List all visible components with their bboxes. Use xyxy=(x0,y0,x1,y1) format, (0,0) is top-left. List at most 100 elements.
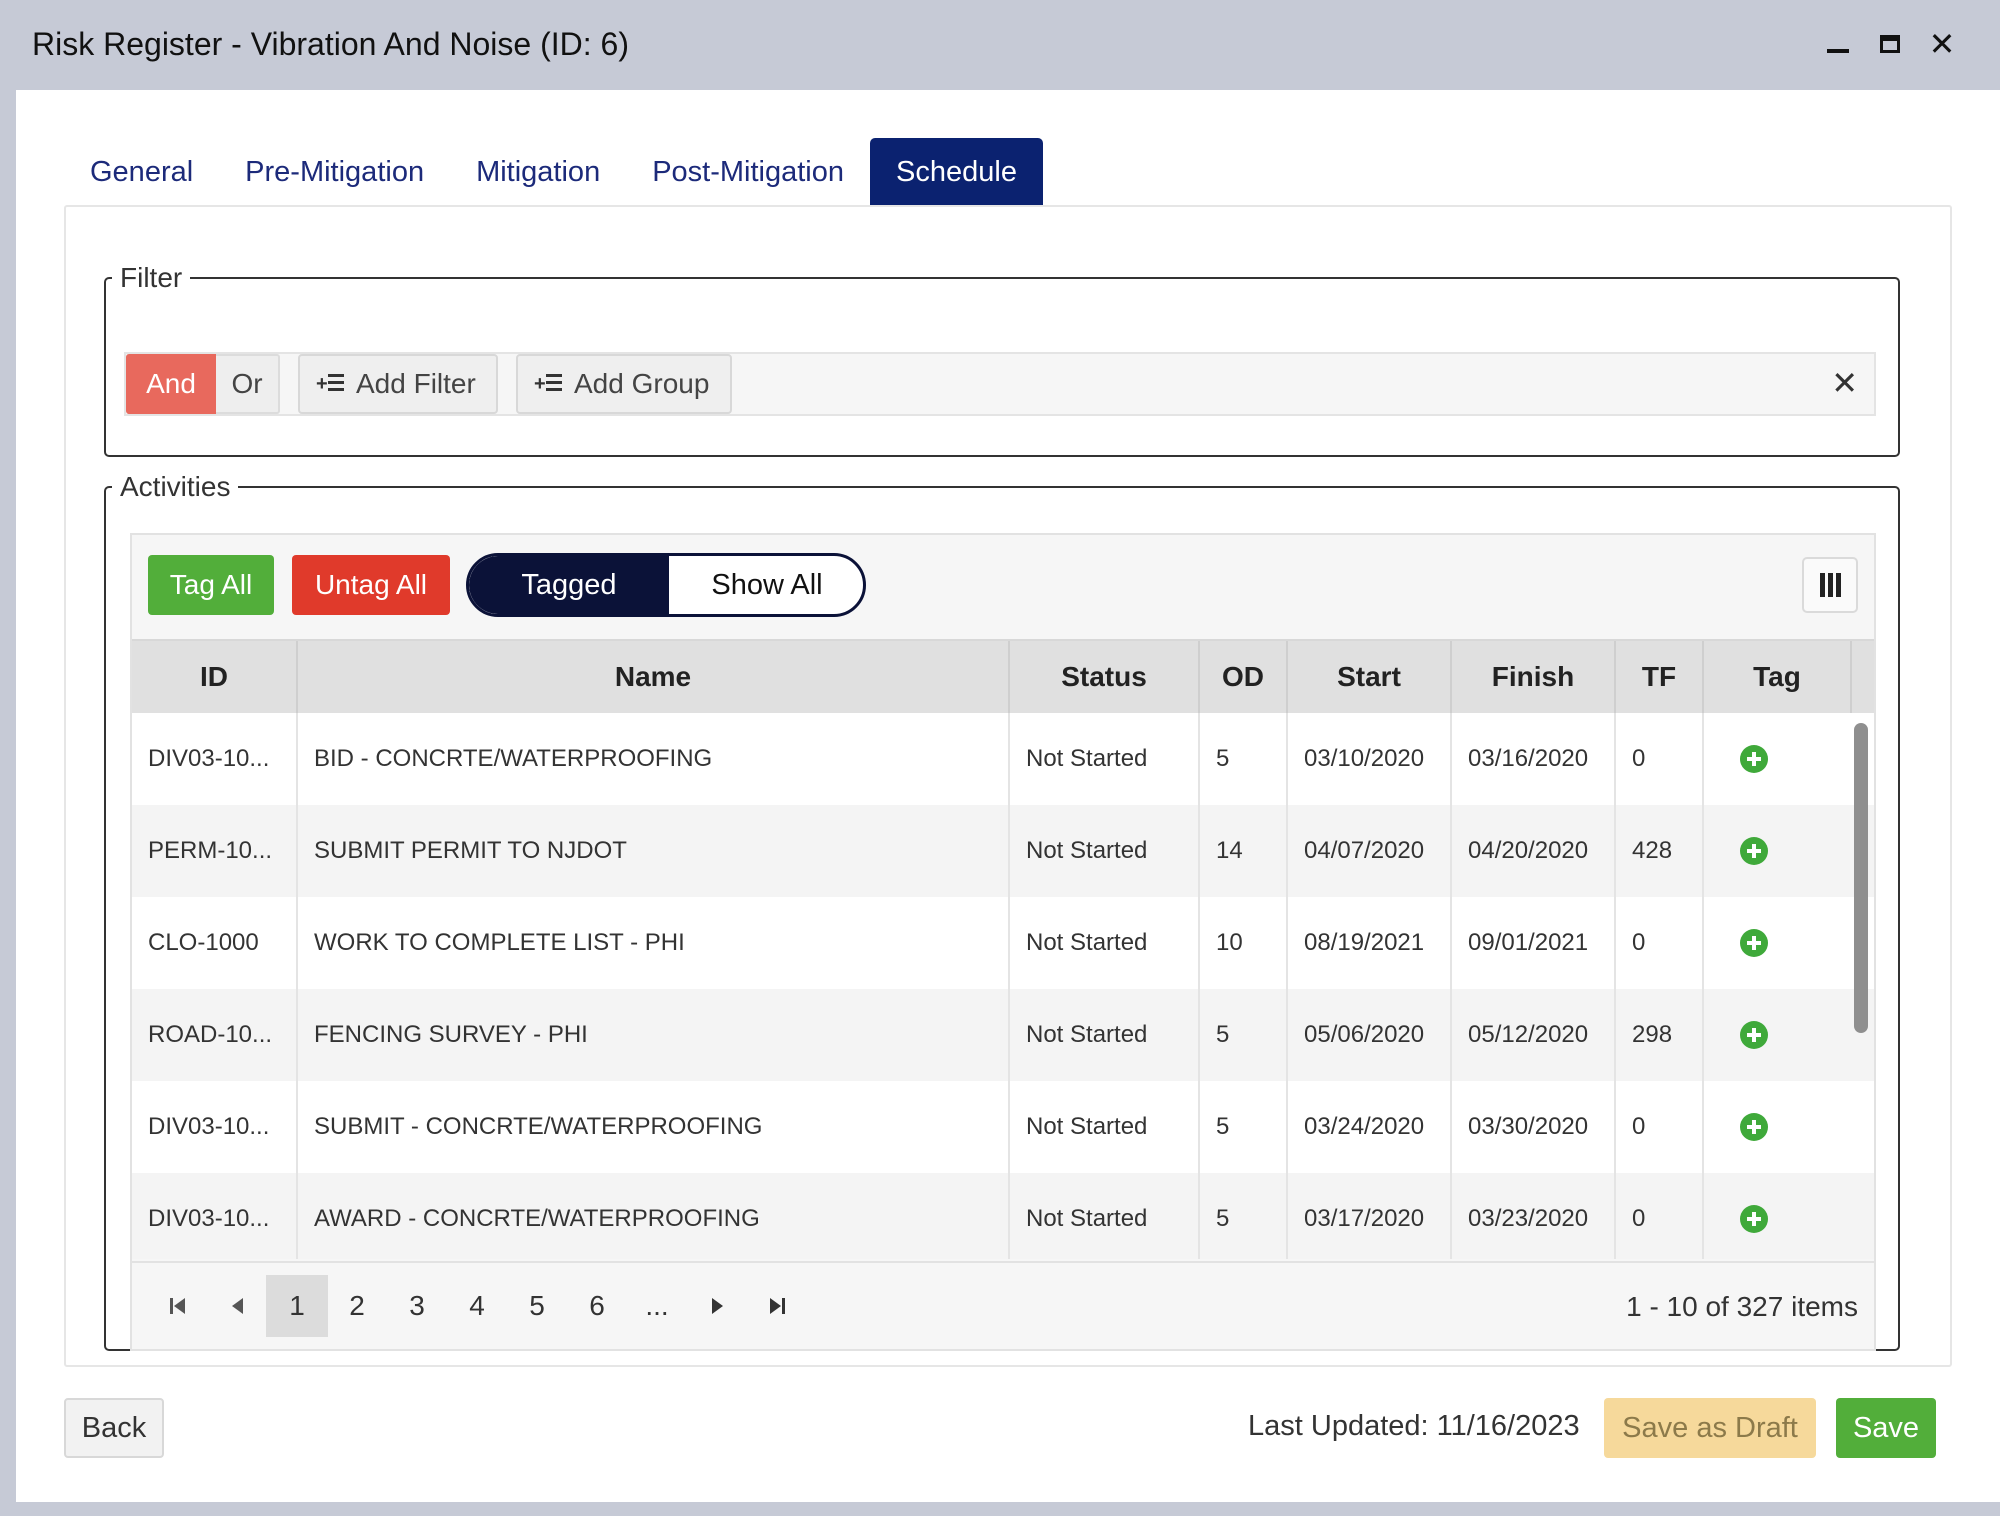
activities-grid: Tag All Untag All Tagged Show All ID Nam… xyxy=(130,533,1876,1351)
cell-tag xyxy=(1704,1173,1852,1259)
page-button-6[interactable]: 6 xyxy=(566,1275,628,1337)
column-header-name[interactable]: Name xyxy=(298,641,1010,713)
plus-circle-icon[interactable] xyxy=(1740,929,1768,957)
column-header-finish[interactable]: Finish xyxy=(1452,641,1616,713)
cell-id: CLO-1000 xyxy=(132,897,298,989)
column-header-tag[interactable]: Tag xyxy=(1704,641,1852,713)
table-row[interactable]: DIV03-10... BID - CONCRTE/WATERPROOFING … xyxy=(132,713,1874,805)
column-header-status[interactable]: Status xyxy=(1010,641,1200,713)
column-chooser-button[interactable] xyxy=(1802,557,1858,613)
add-filter-icon: + xyxy=(316,370,346,398)
save-button[interactable]: Save xyxy=(1836,1398,1936,1458)
table-row[interactable]: PERM-10... SUBMIT PERMIT TO NJDOT Not St… xyxy=(132,805,1874,897)
cell-tf: 0 xyxy=(1616,1173,1704,1259)
cell-start: 03/17/2020 xyxy=(1288,1173,1452,1259)
cell-od: 5 xyxy=(1200,1173,1288,1259)
maximize-button[interactable] xyxy=(1870,24,1910,64)
cell-tag xyxy=(1704,713,1852,805)
cell-tag xyxy=(1704,1081,1852,1173)
cell-finish: 03/30/2020 xyxy=(1452,1081,1616,1173)
tab-general[interactable]: General xyxy=(64,138,219,206)
cell-id: DIV03-10... xyxy=(132,1173,298,1259)
clear-filter-icon[interactable]: ✕ xyxy=(1831,366,1858,400)
page-button-1[interactable]: 1 xyxy=(266,1275,328,1337)
pager-info: 1 - 10 of 327 items xyxy=(1626,1291,1858,1322)
cell-start: 05/06/2020 xyxy=(1288,989,1452,1081)
schedule-panel: Filter And Or + Add Filter + Add Group ✕… xyxy=(64,205,1952,1367)
cell-id: ROAD-10... xyxy=(132,989,298,1081)
minimize-icon xyxy=(1827,49,1849,53)
filter-toolbar: And Or + Add Filter + Add Group ✕ xyxy=(124,352,1876,416)
cell-id: DIV03-10... xyxy=(132,1081,298,1173)
close-button[interactable]: ✕ xyxy=(1922,24,1962,64)
page-button-4[interactable]: 4 xyxy=(446,1275,508,1337)
toggle-tagged[interactable]: Tagged xyxy=(469,556,669,614)
cell-id: PERM-10... xyxy=(132,805,298,897)
cell-finish: 09/01/2021 xyxy=(1452,897,1616,989)
table-row[interactable]: DIV03-10... SUBMIT - CONCRTE/WATERPROOFI… xyxy=(132,1081,1874,1173)
tab-bar: General Pre-Mitigation Mitigation Post-M… xyxy=(64,138,1043,206)
table-row[interactable]: DIV03-10... AWARD - CONCRTE/WATERPROOFIN… xyxy=(132,1173,1874,1259)
plus-circle-icon[interactable] xyxy=(1740,1205,1768,1233)
cell-od: 5 xyxy=(1200,713,1288,805)
untag-all-button[interactable]: Untag All xyxy=(292,555,450,615)
page-button-3[interactable]: 3 xyxy=(386,1275,448,1337)
cell-finish: 03/23/2020 xyxy=(1452,1173,1616,1259)
page-button-more[interactable]: ... xyxy=(626,1275,688,1337)
add-filter-button[interactable]: + Add Filter xyxy=(298,354,498,414)
tab-mitigation[interactable]: Mitigation xyxy=(450,138,626,206)
prev-page-button[interactable] xyxy=(206,1275,268,1337)
column-header-start[interactable]: Start xyxy=(1288,641,1452,713)
add-group-icon: + xyxy=(534,370,564,398)
tab-pre-mitigation[interactable]: Pre-Mitigation xyxy=(219,138,450,206)
table-row[interactable]: CLO-1000 WORK TO COMPLETE LIST - PHI Not… xyxy=(132,897,1874,989)
column-header-od[interactable]: OD xyxy=(1200,641,1288,713)
last-page-icon xyxy=(769,1298,785,1314)
and-toggle[interactable]: And xyxy=(126,354,216,414)
next-page-button[interactable] xyxy=(686,1275,748,1337)
back-button[interactable]: Back xyxy=(64,1398,164,1458)
cell-od: 5 xyxy=(1200,989,1288,1081)
table-row[interactable]: ROAD-10... FENCING SURVEY - PHI Not Star… xyxy=(132,989,1874,1081)
activities-legend: Activities xyxy=(120,471,231,502)
add-group-button[interactable]: + Add Group xyxy=(516,354,732,414)
table-body: DIV03-10... BID - CONCRTE/WATERPROOFING … xyxy=(132,713,1874,1259)
cell-name: AWARD - CONCRTE/WATERPROOFING xyxy=(298,1173,1010,1259)
first-page-button[interactable] xyxy=(146,1275,208,1337)
cell-name: SUBMIT PERMIT TO NJDOT xyxy=(298,805,1010,897)
tab-post-mitigation[interactable]: Post-Mitigation xyxy=(626,138,870,206)
last-page-button[interactable] xyxy=(746,1275,808,1337)
tagged-showall-toggle: Tagged Show All xyxy=(466,553,866,617)
cell-start: 04/07/2020 xyxy=(1288,805,1452,897)
close-icon: ✕ xyxy=(1928,26,1956,62)
tab-schedule[interactable]: Schedule xyxy=(870,138,1043,206)
cell-od: 10 xyxy=(1200,897,1288,989)
cell-id: DIV03-10... xyxy=(132,713,298,805)
columns-icon xyxy=(1819,573,1841,597)
cell-od: 14 xyxy=(1200,805,1288,897)
maximize-icon xyxy=(1880,35,1900,53)
filter-legend: Filter xyxy=(120,262,183,293)
column-header-id[interactable]: ID xyxy=(132,641,298,713)
table-scrollbar[interactable] xyxy=(1854,723,1868,1033)
activities-fieldset: Activities Tag All Untag All Tagged Show… xyxy=(104,471,1900,1351)
page-button-2[interactable]: 2 xyxy=(326,1275,388,1337)
column-header-tf[interactable]: TF xyxy=(1616,641,1704,713)
plus-circle-icon[interactable] xyxy=(1740,745,1768,773)
minimize-button[interactable] xyxy=(1818,24,1858,64)
toggle-show-all[interactable]: Show All xyxy=(667,556,863,614)
cell-tf: 0 xyxy=(1616,713,1704,805)
table-header: ID Name Status OD Start Finish TF Tag xyxy=(132,639,1874,713)
plus-circle-icon[interactable] xyxy=(1740,1021,1768,1049)
add-group-label: Add Group xyxy=(574,368,710,399)
tag-all-button[interactable]: Tag All xyxy=(148,555,274,615)
risk-register-window: Risk Register - Vibration And Noise (ID:… xyxy=(0,0,2000,1516)
plus-circle-icon[interactable] xyxy=(1740,837,1768,865)
plus-circle-icon[interactable] xyxy=(1740,1113,1768,1141)
or-toggle[interactable]: Or xyxy=(216,354,280,414)
save-as-draft-button[interactable]: Save as Draft xyxy=(1604,1398,1816,1458)
add-filter-label: Add Filter xyxy=(356,368,476,399)
cell-status: Not Started xyxy=(1010,989,1200,1081)
next-page-icon xyxy=(711,1298,723,1314)
page-button-5[interactable]: 5 xyxy=(506,1275,568,1337)
